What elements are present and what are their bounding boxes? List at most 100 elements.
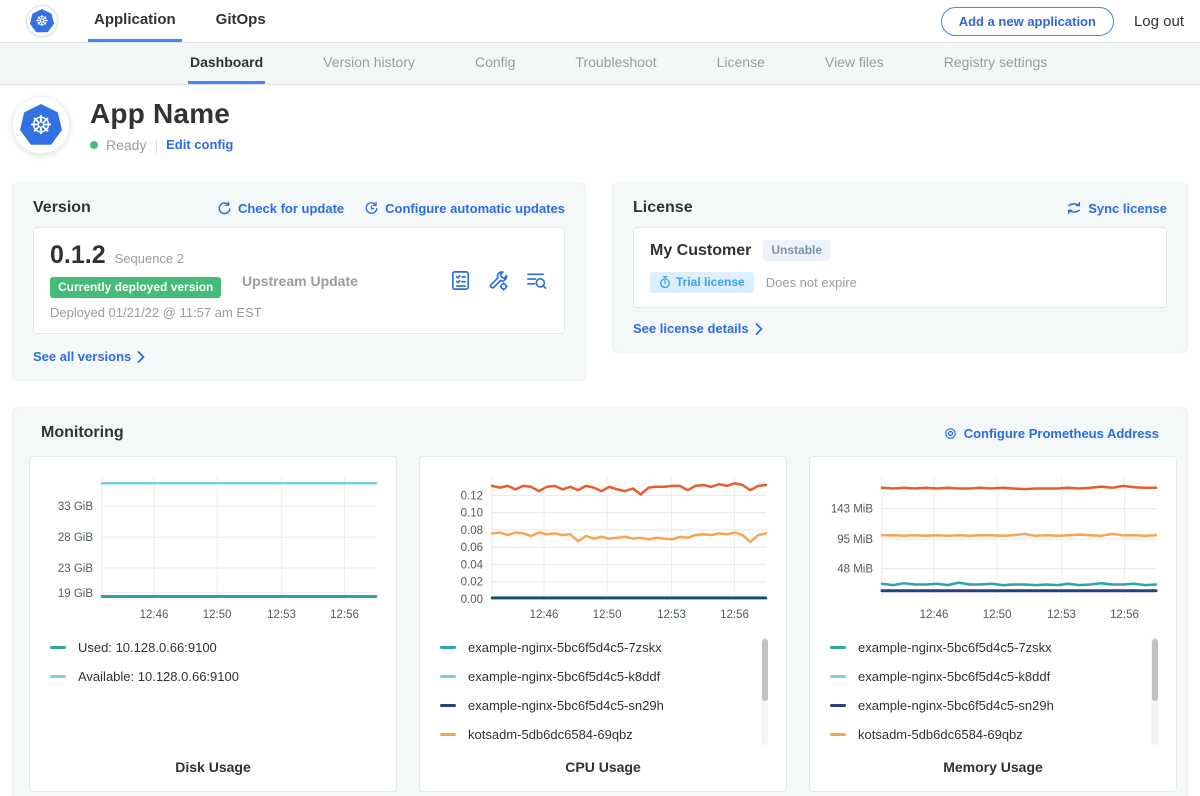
cpu-usage-legend: example-nginx-5bc6f5d4c5-7zskx example-ng… [432, 635, 774, 749]
trial-license-badge: Trial license [650, 272, 754, 293]
tab-application-label: Application [94, 11, 176, 28]
legend-label: Used: 10.128.0.66:9100 [78, 640, 217, 655]
check-for-update-link[interactable]: Check for update [217, 201, 344, 216]
topnav-tabs: Application GitOps [88, 0, 272, 42]
add-application-button[interactable]: Add a new application [941, 7, 1114, 36]
legend-item: example-nginx-5bc6f5d4c5-7zskx [440, 639, 774, 656]
configure-automatic-updates-label: Configure automatic updates [385, 201, 565, 216]
legend-dash-icon [830, 646, 846, 649]
legend-dash-icon [50, 646, 66, 649]
svg-text:12:53: 12:53 [267, 609, 296, 621]
license-card-title: License [633, 199, 693, 217]
subnav-config[interactable]: Config [473, 43, 517, 84]
svg-text:0.08: 0.08 [461, 525, 483, 537]
svg-text:48 MiB: 48 MiB [837, 564, 873, 576]
disk-usage-plot: 33 GiB28 GiB23 GiB19 GiB12:4612:5012:531… [42, 469, 384, 627]
legend-scrollbar-thumb[interactable] [762, 639, 768, 701]
license-card: License Sync license My Customer Unstabl… [612, 182, 1188, 353]
legend-item: example-nginx-5bc6f5d4c5-sn29h [440, 697, 774, 714]
legend-scrollbar[interactable] [761, 637, 768, 745]
app-avatar: ☸ [12, 96, 70, 154]
subnav-view-files[interactable]: View files [823, 43, 886, 84]
view-diff-search-icon[interactable] [525, 269, 548, 292]
memory-usage-chart-card: 143 MiB95 MiB48 MiB12:4612:5012:5312:56 … [809, 456, 1177, 792]
chevron-right-icon [137, 351, 145, 363]
legend-label: example-nginx-5bc6f5d4c5-k8ddf [858, 669, 1050, 684]
chevron-right-icon [755, 323, 763, 335]
app-sub-nav: Dashboard Version history Config Trouble… [0, 43, 1200, 85]
subnav-version-history[interactable]: Version history [321, 43, 417, 84]
svg-text:12:56: 12:56 [330, 609, 359, 621]
svg-text:12:46: 12:46 [530, 609, 559, 621]
legend-scrollbar[interactable] [1151, 637, 1158, 745]
edit-config-link[interactable]: Edit config [166, 137, 233, 152]
tab-gitops-label: GitOps [216, 11, 266, 28]
monitoring-card: Monitoring Configure Prometheus Address … [12, 407, 1188, 796]
svg-text:12:56: 12:56 [1110, 609, 1139, 621]
svg-text:0.12: 0.12 [461, 490, 483, 502]
legend-item: example-nginx-5bc6f5d4c5-7zskx [830, 639, 1164, 656]
svg-text:0.04: 0.04 [461, 559, 484, 571]
gear-icon [943, 426, 958, 441]
subnav-license[interactable]: License [715, 43, 767, 84]
app-header: ☸ App Name Ready | Edit config [0, 85, 1200, 166]
logout-button[interactable]: Log out [1134, 13, 1184, 30]
memory-usage-title: Memory Usage [822, 759, 1164, 775]
version-sequence: Sequence 2 [115, 251, 184, 266]
tab-gitops[interactable]: GitOps [210, 0, 272, 42]
app-title: App Name [90, 98, 233, 130]
see-all-versions-label: See all versions [33, 349, 131, 364]
trial-license-label: Trial license [676, 275, 745, 289]
tab-application[interactable]: Application [88, 0, 182, 42]
legend-item: Used: 10.128.0.66:9100 [50, 639, 384, 656]
configure-automatic-updates-link[interactable]: Configure automatic updates [364, 201, 565, 216]
svg-text:0.06: 0.06 [461, 542, 483, 554]
cpu-usage-title: CPU Usage [432, 759, 774, 775]
legend-dash-icon [830, 733, 846, 736]
configure-prometheus-link[interactable]: Configure Prometheus Address [943, 426, 1159, 441]
disk-usage-title: Disk Usage [42, 759, 384, 775]
svg-text:0.10: 0.10 [461, 508, 483, 520]
stopwatch-icon [659, 275, 671, 289]
see-license-details-link[interactable]: See license details [633, 321, 763, 336]
svg-text:12:56: 12:56 [720, 609, 749, 621]
deployed-timestamp: Deployed 01/21/22 @ 11:57 am EST [50, 305, 230, 320]
legend-scrollbar-thumb[interactable] [1152, 639, 1158, 701]
svg-text:12:53: 12:53 [1047, 609, 1076, 621]
legend-dash-icon [830, 675, 846, 678]
legend-label: example-nginx-5bc6f5d4c5-sn29h [468, 698, 664, 713]
svg-text:12:53: 12:53 [657, 609, 686, 621]
svg-text:33 GiB: 33 GiB [58, 501, 93, 513]
legend-dash-icon [440, 646, 456, 649]
cpu-usage-plot: 0.120.100.080.060.040.020.0012:4612:5012… [432, 469, 774, 627]
legend-dash-icon [440, 733, 456, 736]
legend-dash-icon [440, 704, 456, 707]
sync-icon [1066, 201, 1082, 215]
legend-item: example-nginx-5bc6f5d4c5-k8ddf [440, 668, 774, 685]
svg-text:12:50: 12:50 [593, 609, 622, 621]
svg-text:12:50: 12:50 [203, 609, 232, 621]
legend-label: kotsadm-5db6dc6584-69qbz [468, 727, 633, 742]
check-for-update-label: Check for update [238, 201, 344, 216]
license-box: My Customer Unstable Trial license Does … [633, 227, 1167, 308]
subnav-troubleshoot[interactable]: Troubleshoot [573, 43, 658, 84]
update-type-label: Upstream Update [242, 273, 358, 289]
subnav-dashboard[interactable]: Dashboard [188, 43, 265, 84]
see-all-versions-link[interactable]: See all versions [33, 349, 145, 364]
license-expiry: Does not expire [766, 275, 857, 290]
release-notes-icon[interactable] [449, 269, 472, 292]
legend-item: example-nginx-5bc6f5d4c5-sn29h [830, 697, 1164, 714]
legend-item: Available: 10.128.0.66:9100 [50, 668, 384, 685]
sync-license-link[interactable]: Sync license [1066, 201, 1167, 216]
svg-text:0.02: 0.02 [461, 577, 483, 589]
disk-usage-legend: Used: 10.128.0.66:9100 Available: 10.128.… [42, 635, 384, 749]
subnav-registry-settings[interactable]: Registry settings [942, 43, 1049, 84]
brand-logo[interactable]: ☸ [26, 0, 58, 42]
preflight-wrench-icon[interactable] [487, 269, 510, 292]
disk-usage-chart-card: 33 GiB28 GiB23 GiB19 GiB12:4612:5012:531… [29, 456, 397, 792]
svg-text:28 GiB: 28 GiB [58, 532, 93, 544]
app-status: Ready [106, 137, 146, 153]
current-version-box: 0.1.2 Sequence 2 Currently deployed vers… [33, 227, 565, 334]
svg-text:12:46: 12:46 [920, 609, 949, 621]
svg-text:95 MiB: 95 MiB [837, 534, 873, 546]
